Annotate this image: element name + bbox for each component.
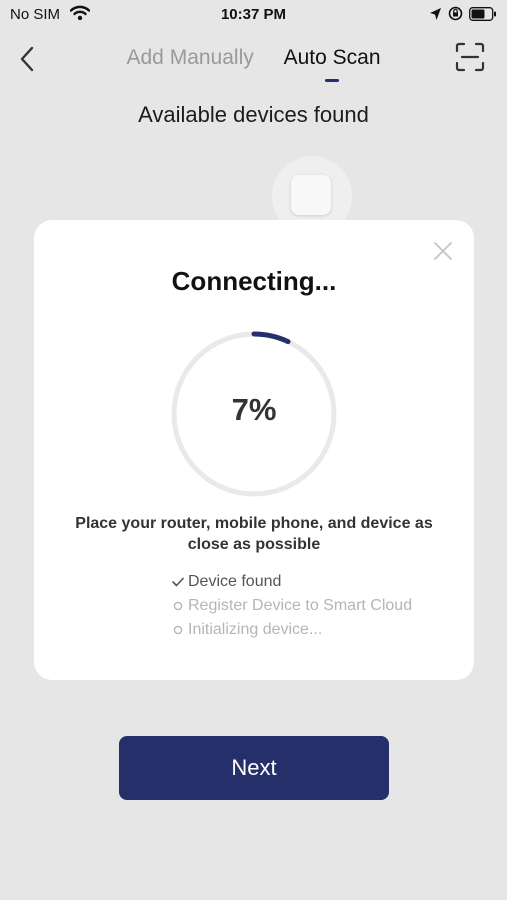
device-icon — [291, 175, 331, 215]
step-item: Initializing device... — [170, 618, 412, 642]
scan-button[interactable] — [455, 42, 485, 72]
step-label: Initializing device... — [188, 621, 323, 638]
pending-circle-icon — [170, 601, 186, 611]
progress-percent: 7% — [231, 392, 277, 427]
tab-bar: Add Manually Auto Scan — [0, 46, 507, 82]
page-subtitle: Available devices found — [138, 102, 369, 127]
scan-icon — [455, 42, 485, 72]
top-navigation: Add Manually Auto Scan — [0, 36, 507, 86]
step-label: Register Device to Smart Cloud — [188, 597, 413, 614]
location-icon — [429, 7, 442, 26]
battery-icon — [469, 6, 497, 26]
tab-auto-scan[interactable]: Auto Scan — [283, 46, 381, 82]
connecting-dialog: Connecting... 7% Place your router, mobi… — [34, 220, 474, 680]
tab-add-manually[interactable]: Add Manually — [127, 46, 254, 70]
lock-rotation-icon — [448, 6, 463, 26]
check-icon — [170, 577, 186, 587]
next-button[interactable]: Next — [119, 736, 389, 800]
close-icon — [434, 242, 452, 260]
pending-circle-icon — [170, 625, 186, 635]
step-item: Register Device to Smart Cloud — [170, 594, 412, 618]
step-list: Device found Register Device to Smart Cl… — [170, 570, 412, 642]
step-item: Device found — [170, 570, 412, 594]
close-button[interactable] — [432, 240, 454, 262]
status-bar: No SIM 10:37 PM — [0, 0, 507, 30]
active-tab-indicator — [325, 79, 340, 82]
placement-hint: Place your router, mobile phone, and dev… — [75, 515, 433, 553]
step-label: Device found — [188, 573, 282, 590]
tab-auto-scan-label: Auto Scan — [283, 46, 381, 69]
dialog-title: Connecting... — [171, 266, 337, 296]
